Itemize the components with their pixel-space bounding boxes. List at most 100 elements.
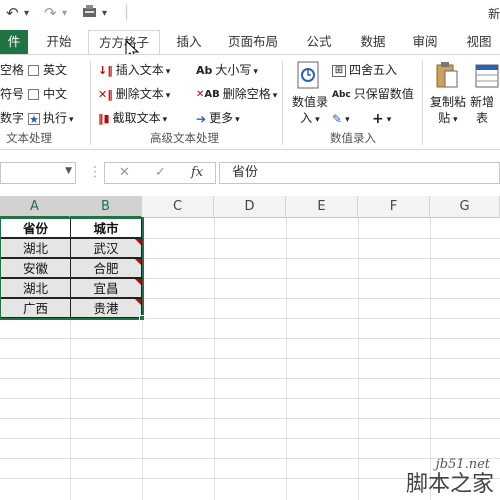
case-label: 大小写 [215, 63, 252, 77]
chevron-down-icon: ▾ [272, 91, 278, 101]
column-header-e[interactable]: E [286, 196, 358, 218]
table-header-city[interactable]: 城市 [70, 218, 142, 238]
execute-icon: ★ [28, 112, 40, 126]
delete-space-button[interactable]: ✕AB 删除空格 ▾ [196, 85, 277, 103]
table-cell-province[interactable]: 湖北 [0, 278, 71, 298]
round-icon: ⊞ [332, 64, 346, 77]
copy-paste-button[interactable]: 复制粘 贴 ▾ [428, 61, 468, 127]
tab-home[interactable]: 开始 [40, 30, 78, 54]
formula-bar: ▼ ⋮ ✕ ✓ fx 省份 [0, 150, 500, 196]
chevron-down-icon: ▾ [253, 67, 258, 77]
add-button[interactable]: + ▾ [372, 109, 391, 127]
fill-handle[interactable] [139, 315, 145, 321]
tab-insert[interactable]: 插入 [170, 30, 208, 54]
chinese-checkbox[interactable] [28, 89, 39, 100]
customize-dropdown-icon[interactable]: ▾ [102, 8, 107, 28]
table-cell-city[interactable]: 贵港 [70, 298, 142, 318]
undo-icon[interactable]: ↶ [6, 4, 19, 24]
group-label-value: 数值录入 [330, 131, 376, 145]
value-entry-label-2: 入 ▾ [300, 111, 320, 125]
edit-value-button[interactable]: ✎ ▾ [332, 109, 350, 127]
redo-dropdown-icon[interactable]: ▾ [62, 8, 67, 28]
tab-page-layout[interactable]: 页面布局 [222, 30, 284, 54]
keep-value-icon: Abc [332, 89, 351, 100]
delete-text-button[interactable]: ✕‖ 删除文本 ▾ [98, 85, 170, 103]
gridline [0, 358, 500, 359]
case-button[interactable]: Ab 大小写 ▾ [196, 61, 258, 79]
table-cell-province[interactable]: 广西 [0, 298, 71, 318]
case-icon: Ab [196, 63, 213, 77]
group-separator [282, 61, 283, 145]
copy-paste-label-1: 复制粘 [429, 95, 466, 109]
value-entry-button[interactable]: 数值录 入 ▾ [288, 61, 332, 127]
tab-file[interactable]: 件 [0, 30, 28, 54]
chevron-down-icon: ▾ [162, 115, 168, 125]
insert-text-icon: ↓‖ [98, 63, 113, 77]
column-header-c[interactable]: C [142, 196, 214, 218]
gridline [0, 418, 500, 419]
insert-text-label: 插入文本 [115, 63, 164, 77]
english-option[interactable]: 英文 [28, 61, 67, 79]
name-box[interactable]: ▼ [0, 162, 76, 184]
tab-formulas[interactable]: 公式 [300, 30, 338, 54]
column-header-a[interactable]: A [0, 196, 70, 218]
insert-function-icon[interactable]: fx [191, 165, 203, 180]
number-label: 数字 [0, 111, 25, 125]
column-header-b[interactable]: B [70, 196, 142, 218]
chevron-down-icon: ▾ [165, 67, 171, 77]
table-cell-city[interactable]: 宜昌 [70, 278, 142, 298]
delete-text-label: 删除文本 [115, 87, 164, 101]
spreadsheet-grid[interactable]: A B C D E F G 省份 城市 湖北 武汉 安徽 合肥 湖北 宜昌 广西… [0, 196, 500, 500]
symbol-option[interactable]: 符号 [0, 85, 24, 103]
chevron-down-icon: ▼ [65, 166, 72, 176]
table-header-province[interactable]: 省份 [0, 218, 71, 238]
extract-text-button[interactable]: ‖▮ 截取文本 ▾ [98, 109, 167, 127]
english-label: 英文 [43, 63, 68, 77]
gridline [0, 378, 500, 379]
cell-text: 贵港 [93, 301, 119, 316]
chinese-option[interactable]: 中文 [28, 85, 67, 103]
column-header-d[interactable]: D [214, 196, 286, 218]
enter-icon[interactable]: ✓ [155, 165, 166, 180]
keep-value-button[interactable]: Abc 只保留数值 [332, 85, 414, 103]
ribbon: 空格 英文 符号 中文 数字 ★ 执行 ▾ 文本处理 ↓‖ 插入文本 ▾ ✕‖ 删除文本 ▾… [0, 54, 500, 150]
table-cell-province[interactable]: 安徽 [0, 258, 71, 278]
new-sheet-label-1: 新增 [470, 95, 495, 109]
round-button[interactable]: ⊞ 四舍五入 [332, 61, 397, 79]
execute-button[interactable]: ★ 执行 ▾ [28, 109, 74, 127]
table-cell-city[interactable]: 合肥 [70, 258, 142, 278]
tab-review[interactable]: 审阅 [406, 30, 444, 54]
group-separator [422, 61, 423, 145]
copy-paste-label-2: 贴 ▾ [438, 111, 458, 125]
tab-data[interactable]: 数据 [354, 30, 392, 54]
redo-icon[interactable]: ↷ [44, 4, 57, 24]
gridline [0, 438, 500, 439]
column-header-g[interactable]: G [430, 196, 500, 218]
number-option[interactable]: 数字 [0, 109, 24, 127]
table-cell-province[interactable]: 湖北 [0, 238, 71, 258]
gridline [0, 398, 500, 399]
table-cell-city[interactable]: 武汉 [70, 238, 142, 258]
space-option[interactable]: 空格 [0, 61, 24, 79]
chevron-down-icon: ▾ [235, 115, 240, 125]
tab-view[interactable]: 视图 [460, 30, 498, 54]
quick-access-toolbar: ↶ ▾ ↷ ▾ ▾ | 新 [0, 0, 500, 30]
new-sheet-button[interactable]: 新增 表 [470, 61, 500, 127]
more-button[interactable]: ➔ 更多 ▾ [196, 109, 240, 127]
value-entry-label-1: 数值录 [291, 95, 328, 109]
column-header-f[interactable]: F [358, 196, 430, 218]
undo-dropdown-icon[interactable]: ▾ [24, 8, 29, 28]
gridline [0, 458, 500, 459]
formula-input[interactable]: 省份 [219, 162, 500, 184]
window-title: 新 [487, 7, 500, 21]
plus-icon: + [372, 110, 384, 127]
cell-text: 合肥 [93, 261, 119, 276]
english-checkbox[interactable] [28, 65, 39, 76]
formula-bar-grip-icon[interactable]: ⋮ [88, 164, 102, 180]
space-label: 空格 [0, 63, 25, 77]
gridline [0, 338, 500, 339]
toolbar-custom-icon[interactable] [82, 4, 100, 24]
arrow-right-icon: ➔ [196, 111, 207, 126]
insert-text-button[interactable]: ↓‖ 插入文本 ▾ [98, 61, 170, 79]
cancel-icon[interactable]: ✕ [119, 165, 130, 180]
